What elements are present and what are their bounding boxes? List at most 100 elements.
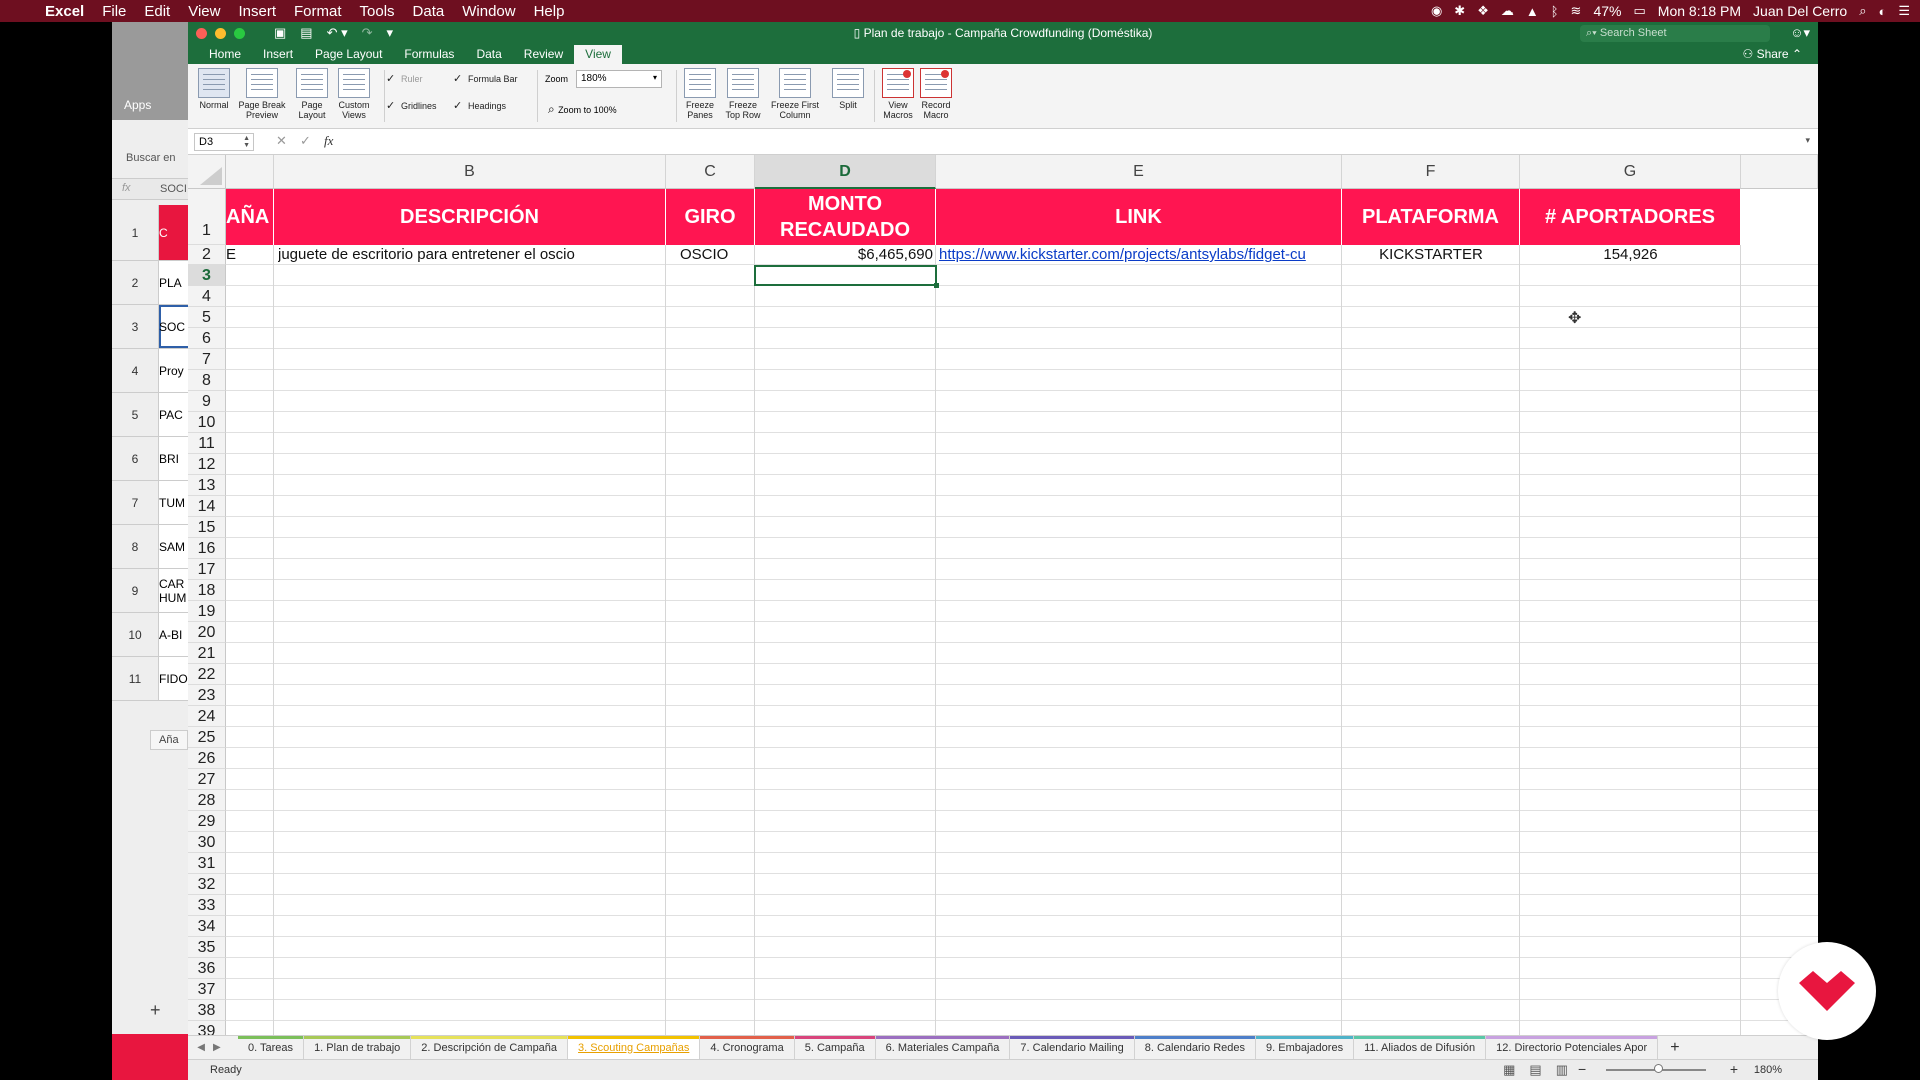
background-row-value[interactable]: PAC	[158, 393, 191, 436]
sheet-tab[interactable]: 7. Calendario Mailing	[1010, 1036, 1135, 1059]
sheet-tab[interactable]: 8. Calendario Redes	[1134, 1036, 1257, 1059]
sheet-tab[interactable]: 2. Descripción de Campaña	[411, 1036, 569, 1059]
row-header[interactable]: 14	[188, 496, 226, 517]
user-name[interactable]: Juan Del Cerro	[1753, 3, 1847, 19]
background-row-value[interactable]: PLA	[158, 261, 191, 304]
freeze-first-column-button[interactable]: Freeze First Column	[766, 68, 824, 120]
column-header-d[interactable]: D	[755, 155, 936, 189]
cell-d2[interactable]: $6,465,690	[757, 245, 933, 265]
row-header[interactable]: 18	[188, 580, 226, 601]
row-header[interactable]: 1	[188, 189, 226, 245]
freeze-top-row-button[interactable]: Freeze Top Row	[721, 68, 765, 120]
tab-review[interactable]: Review	[513, 45, 574, 64]
row-header[interactable]: 11	[188, 433, 226, 454]
menu-edit[interactable]: Edit	[135, 3, 179, 20]
selected-cell-d3[interactable]	[754, 265, 939, 288]
tab-view[interactable]: View	[574, 45, 622, 64]
tab-formulas[interactable]: Formulas	[393, 45, 465, 64]
row-header[interactable]: 13	[188, 475, 226, 496]
cell-c2[interactable]: OSCIO	[680, 245, 752, 265]
row-header[interactable]: 12	[188, 454, 226, 475]
zoom-select[interactable]: 180% ▾	[576, 70, 662, 88]
background-row-value[interactable]: Proy	[158, 349, 191, 392]
menu-help[interactable]: Help	[525, 3, 574, 20]
column-header-h[interactable]	[1741, 155, 1818, 189]
clock[interactable]: Mon 8:18 PM	[1658, 3, 1741, 19]
background-row-value[interactable]: C	[158, 205, 191, 260]
page-layout-view-button[interactable]: Page Layout	[294, 68, 330, 120]
row-header[interactable]: 9	[188, 391, 226, 412]
worksheet-grid[interactable]: B C D E F G 1 2 3 4 5 6 7 8 9 10 11 12 13 14 15 16 17 18 1…	[188, 155, 1818, 1035]
menu-window[interactable]: Window	[453, 3, 524, 20]
sheet-tab[interactable]: 6. Materiales Campaña	[875, 1036, 1011, 1059]
normal-view-button[interactable]: Normal	[196, 68, 232, 110]
insert-function-icon[interactable]: fx	[324, 133, 333, 149]
header-cell-monto-recaudado[interactable]: MONTO RECAUDADO	[755, 189, 936, 245]
background-row-value[interactable]: A-BI	[158, 613, 191, 656]
tab-insert[interactable]: Insert	[252, 45, 304, 64]
column-header-c[interactable]: C	[666, 155, 755, 189]
cell-a2[interactable]: E	[226, 245, 272, 265]
header-cell-giro[interactable]: GIRO	[666, 189, 755, 245]
row-header[interactable]: 3	[188, 265, 226, 286]
page-break-icon[interactable]: ▥	[1556, 1062, 1568, 1078]
split-button[interactable]: Split	[828, 68, 868, 110]
row-header[interactable]: 25	[188, 727, 226, 748]
bluetooth-icon[interactable]: ᛒ	[1551, 4, 1559, 19]
sheet-tab[interactable]: 12. Directorio Potenciales Apor	[1486, 1036, 1659, 1059]
menu-tools[interactable]: Tools	[351, 3, 404, 20]
row-header[interactable]: 22	[188, 664, 226, 685]
row-header[interactable]: 28	[188, 790, 226, 811]
share-button[interactable]: ⚇ Share ⌃	[1742, 47, 1802, 61]
record-icon[interactable]: ◉	[1431, 3, 1442, 19]
select-all-corner[interactable]	[188, 155, 226, 189]
freeze-panes-button[interactable]: Freeze Panes	[680, 68, 720, 120]
background-row-value[interactable]: SAM	[158, 525, 191, 568]
header-cell-descripcion[interactable]: DESCRIPCIÓN	[274, 189, 666, 245]
tab-data[interactable]: Data	[465, 45, 512, 64]
row-header[interactable]: 5	[188, 307, 226, 328]
header-cell-campana[interactable]: AÑA	[226, 189, 274, 245]
row-header[interactable]: 26	[188, 748, 226, 769]
row-header[interactable]: 15	[188, 517, 226, 538]
apps-bookmark[interactable]: Apps	[124, 98, 151, 112]
column-header-e[interactable]: E	[936, 155, 1342, 189]
background-row-value[interactable]: SOC	[158, 305, 191, 348]
background-add-button[interactable]: Aña	[150, 730, 188, 750]
row-header[interactable]: 4	[188, 286, 226, 307]
cell-f2[interactable]: KICKSTARTER	[1342, 245, 1520, 265]
row-header[interactable]: 24	[188, 706, 226, 727]
menu-file[interactable]: File	[93, 3, 135, 20]
tools-icon[interactable]: ✱	[1454, 3, 1465, 19]
sheet-tab[interactable]: 9. Embajadores	[1256, 1036, 1355, 1059]
row-header[interactable]: 19	[188, 601, 226, 622]
sheet-nav-arrows-icon[interactable]: ◀▶	[188, 1042, 238, 1053]
cell-e2-link[interactable]: https://www.kickstarter.com/projects/ant…	[939, 245, 1341, 265]
zoom-to-100-button[interactable]: ⌕ Zoom to 100%	[548, 102, 617, 117]
cloud-icon[interactable]: ☁	[1501, 3, 1514, 19]
header-cell-aportadores[interactable]: # APORTADORES	[1520, 189, 1741, 245]
row-header[interactable]: 36	[188, 958, 226, 979]
zoom-knob[interactable]	[1654, 1064, 1663, 1073]
notification-center-icon[interactable]: ☰	[1898, 3, 1910, 19]
menu-app-name[interactable]: Excel	[36, 3, 93, 20]
column-header-f[interactable]: F	[1342, 155, 1520, 189]
row-header[interactable]: 34	[188, 916, 226, 937]
wifi-icon[interactable]: ≋	[1571, 3, 1582, 19]
row-header[interactable]: 38	[188, 1000, 226, 1021]
row-header[interactable]: 29	[188, 811, 226, 832]
cell-b2[interactable]: juguete de escritorio para entretener el…	[278, 245, 664, 265]
name-box[interactable]: D3 ▲ ▼	[194, 133, 254, 151]
row-header[interactable]: 30	[188, 832, 226, 853]
zoom-in-icon[interactable]: +	[1730, 1061, 1738, 1077]
column-header-g[interactable]: G	[1520, 155, 1741, 189]
cell-g2[interactable]: 154,926	[1520, 245, 1741, 265]
normal-view-icon[interactable]: ▦	[1503, 1062, 1515, 1078]
row-header[interactable]: 6	[188, 328, 226, 349]
row-header[interactable]: 37	[188, 979, 226, 1000]
background-row-value[interactable]: BRI	[158, 437, 191, 480]
background-row-value[interactable]: CAR HUM	[158, 569, 191, 612]
background-plus-button[interactable]: +	[150, 1000, 161, 1021]
row-header[interactable]: 35	[188, 937, 226, 958]
spotlight-icon[interactable]: ⌕	[1859, 3, 1866, 19]
